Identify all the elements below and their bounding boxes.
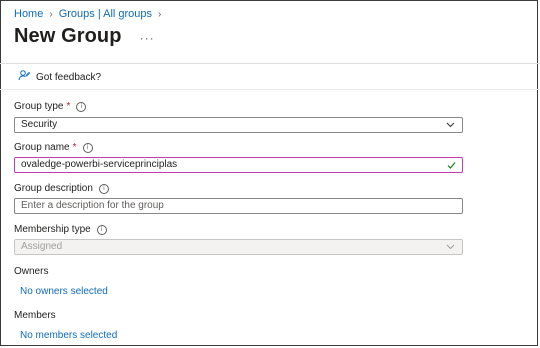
no-owners-selected-link[interactable]: No owners selected xyxy=(20,286,108,297)
chevron-right-icon: › xyxy=(49,8,53,20)
breadcrumb-home-link[interactable]: Home xyxy=(14,8,43,20)
group-description-label: Group description i xyxy=(14,183,109,194)
membership-type-label-text: Membership type xyxy=(14,224,91,235)
required-marker: * xyxy=(66,101,71,112)
membership-type-label: Membership type i xyxy=(14,224,107,235)
group-name-value: ovaledge-powerbi-serviceprinciplas xyxy=(21,159,178,170)
group-type-label: Group type * i xyxy=(14,101,87,112)
required-marker: * xyxy=(72,142,77,153)
chevron-down-icon xyxy=(446,118,455,137)
divider xyxy=(0,63,540,64)
breadcrumb-groups-link[interactable]: Groups | All groups xyxy=(59,8,152,20)
membership-type-value: Assigned xyxy=(21,241,63,252)
info-icon[interactable]: i xyxy=(96,224,107,235)
chevron-down-icon xyxy=(446,240,455,259)
info-icon[interactable]: i xyxy=(76,101,87,112)
group-description-input[interactable]: Enter a description for the group xyxy=(14,198,463,214)
owners-label: Owners xyxy=(14,266,49,277)
divider xyxy=(0,89,540,90)
group-type-label-text: Group type xyxy=(14,101,64,112)
group-type-dropdown[interactable]: Security xyxy=(14,117,463,133)
group-name-input[interactable]: ovaledge-powerbi-serviceprinciplas xyxy=(14,157,463,173)
group-name-label-text: Group name xyxy=(14,142,70,153)
group-description-placeholder: Enter a description for the group xyxy=(21,200,164,211)
info-icon[interactable]: i xyxy=(82,142,93,153)
title-row: New Group ··· xyxy=(14,25,155,48)
membership-type-dropdown: Assigned xyxy=(14,239,463,255)
more-options-button[interactable]: ··· xyxy=(140,31,155,45)
feedback-button[interactable]: Got feedback? xyxy=(18,68,101,86)
checkmark-icon xyxy=(447,158,456,177)
no-members-selected-link[interactable]: No members selected xyxy=(20,330,117,341)
chevron-right-icon: › xyxy=(158,8,162,20)
group-type-value: Security xyxy=(21,119,58,130)
group-description-label-text: Group description xyxy=(14,183,93,194)
info-icon[interactable]: i xyxy=(98,183,109,194)
person-feedback-icon xyxy=(18,68,31,86)
page-title: New Group xyxy=(14,25,122,47)
group-name-label: Group name * i xyxy=(14,142,93,153)
breadcrumb: Home › Groups | All groups › xyxy=(14,8,167,20)
feedback-label: Got feedback? xyxy=(36,71,102,83)
members-label: Members xyxy=(14,310,56,321)
